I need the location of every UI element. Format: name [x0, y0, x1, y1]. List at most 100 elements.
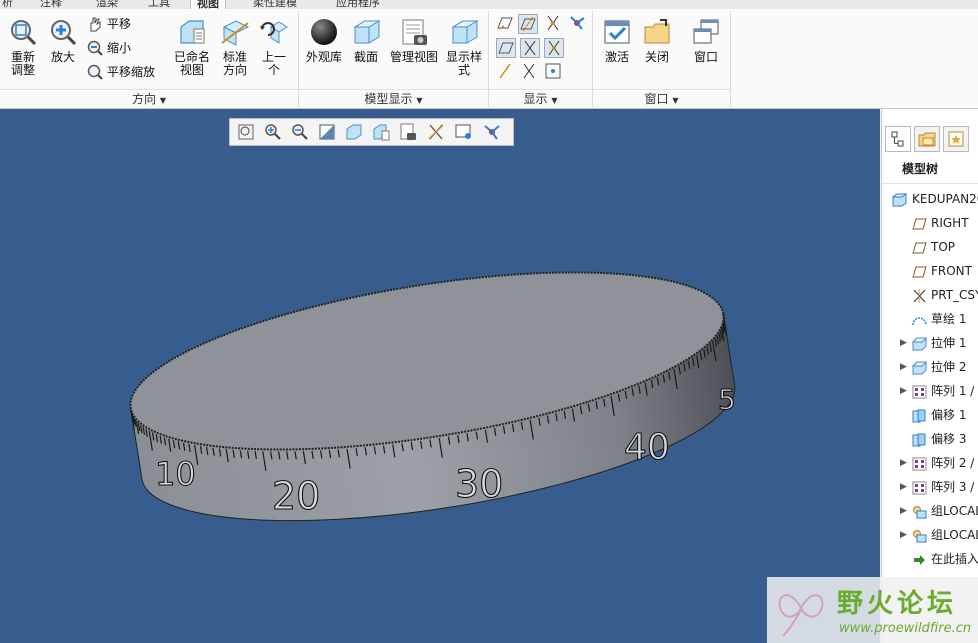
- model-tree-item-label: 组LOCAL: [931, 504, 978, 518]
- expand-arrow-icon[interactable]: ▶: [900, 332, 907, 354]
- appearance-gallery-label: 外观库: [305, 50, 342, 64]
- tab-tools[interactable]: 工具: [148, 0, 170, 9]
- model-tree-item-label: 偏移 3: [931, 432, 967, 446]
- csys-display-icon[interactable]: [568, 14, 586, 32]
- model-tree-item[interactable]: ▶ 阵列 3 /: [882, 476, 978, 498]
- zoom-out-icon[interactable]: [86, 39, 104, 57]
- previous-view-label: 上一 个: [261, 50, 286, 77]
- panel-divider: [882, 183, 978, 184]
- model-tree-item-label: 拉伸 2: [931, 360, 967, 374]
- model-tree-item[interactable]: PRT_CSYS: [882, 284, 978, 306]
- expand-arrow-icon[interactable]: ▶: [900, 380, 907, 402]
- display-style-icon: [451, 20, 479, 44]
- axis-tag-display-icon[interactable]: [520, 38, 540, 58]
- model-tree-item-label: PRT_CSYS: [931, 288, 978, 302]
- zoom-in-button[interactable]: 放大: [46, 17, 80, 64]
- manage-views-button[interactable]: 管理视图: [388, 17, 440, 64]
- csys-icon: [912, 288, 927, 303]
- point-tag-display-icon[interactable]: [544, 38, 564, 58]
- pattern-icon: [912, 456, 927, 471]
- expand-arrow-icon[interactable]: ▶: [900, 476, 907, 498]
- model-tree-item-label: TOP: [931, 240, 956, 254]
- model-tree-item[interactable]: 偏移 3: [882, 428, 978, 450]
- model-tree-item[interactable]: ▶ 组LOCAL: [882, 500, 978, 522]
- extrude-icon: [911, 360, 928, 375]
- appearance-gallery-button[interactable]: 外观库: [304, 17, 344, 64]
- close-window-label: 关闭: [644, 50, 669, 64]
- model-tree-item[interactable]: FRONT: [882, 260, 978, 282]
- group-label-orientation[interactable]: 方向 ▼: [0, 89, 298, 109]
- offset-icon: [912, 408, 927, 423]
- model-tree-item-label: RIGHT: [931, 216, 969, 230]
- axis-display-icon[interactable]: [518, 14, 538, 34]
- pattern-icon: [912, 480, 927, 495]
- display-style-button[interactable]: 显示样 式: [444, 17, 484, 77]
- plane-display-icon[interactable]: [496, 14, 514, 32]
- standard-orientation-button[interactable]: 标准 方向: [217, 17, 253, 77]
- close-folder-icon: [644, 19, 670, 44]
- appearance-sphere-icon: [311, 19, 337, 45]
- zoom-out-label[interactable]: 缩小: [107, 40, 131, 56]
- saved-views-button[interactable]: 已命名 视图: [172, 17, 212, 77]
- refit-button[interactable]: 重新 调整: [6, 17, 40, 77]
- model-tree-item[interactable]: 草绘 1: [882, 308, 978, 330]
- watermark-url: www.proewildfire.cn: [839, 621, 972, 636]
- tab-render[interactable]: 渲染: [96, 0, 118, 9]
- windows-label: 窗口: [693, 50, 718, 64]
- model-tree-item[interactable]: ▶ 组LOCAL: [882, 524, 978, 546]
- group-label-show[interactable]: 显示 ▼: [489, 89, 592, 109]
- plane-tag-display-icon[interactable]: [496, 38, 516, 58]
- tab-annotate[interactable]: 注释: [40, 0, 62, 9]
- graphics-viewport[interactable]: 10 20 30 40 5: [0, 109, 880, 643]
- model-tree-item[interactable]: ▶ 拉伸 1: [882, 332, 978, 354]
- group-label-window[interactable]: 窗口 ▼: [593, 89, 730, 109]
- model-tree-item[interactable]: ▶ 拉伸 2: [882, 356, 978, 378]
- close-window-button[interactable]: 关闭: [640, 17, 674, 64]
- chevron-down-icon: ▼: [672, 96, 679, 105]
- expand-arrow-icon[interactable]: ▶: [900, 500, 907, 522]
- graduated-disc-model[interactable]: 10 20 30 40 5: [0, 109, 880, 643]
- previous-view-button[interactable]: 上一 个: [257, 17, 291, 77]
- tab-flexible-modeling[interactable]: 柔性建模: [253, 0, 297, 9]
- pan-label[interactable]: 平移: [107, 16, 131, 32]
- folder-icon: [918, 132, 936, 147]
- expand-arrow-icon[interactable]: ▶: [900, 524, 907, 546]
- point-tag-icon[interactable]: [520, 62, 538, 80]
- point-display-icon[interactable]: [544, 14, 562, 32]
- model-tree-item[interactable]: RIGHT: [882, 212, 978, 234]
- rotation-center-icon[interactable]: [496, 62, 514, 80]
- activate-button[interactable]: 激活: [600, 17, 634, 64]
- model-tree-title: 模型树: [902, 162, 939, 176]
- model-tree-item-label: KEDUPAN20: [912, 192, 978, 206]
- standard-orientation-icon: [221, 20, 250, 46]
- scale-label-40: 40: [624, 427, 670, 468]
- model-tree-item[interactable]: ▶ 阵列 2 /: [882, 452, 978, 474]
- model-tree-item-label: 偏移 1: [931, 408, 967, 422]
- model-tree-item[interactable]: KEDUPAN20: [882, 188, 978, 210]
- group-label-model-display[interactable]: 模型显示 ▼: [299, 89, 488, 109]
- expand-arrow-icon[interactable]: ▶: [900, 452, 907, 474]
- refit-icon: [11, 20, 37, 46]
- pan-zoom-label[interactable]: 平移缩放: [107, 64, 155, 80]
- expand-arrow-icon[interactable]: ▶: [900, 356, 907, 378]
- model-tree-item[interactable]: 在此插入: [882, 548, 978, 570]
- windows-icon: [693, 19, 719, 44]
- folder-browser-tab[interactable]: [914, 126, 940, 152]
- section-button[interactable]: 截面: [349, 17, 383, 64]
- scale-label-10: 10: [155, 455, 196, 493]
- model-tree-item[interactable]: 偏移 1: [882, 404, 978, 426]
- pan-zoom-icon[interactable]: [86, 63, 104, 81]
- model-tree-item-label: 阵列 2 /: [931, 456, 975, 470]
- tab-applications[interactable]: 应用程序: [336, 0, 380, 9]
- windows-button[interactable]: 窗口: [689, 17, 723, 64]
- tab-analysis[interactable]: 析: [2, 0, 13, 9]
- model-tree-item[interactable]: TOP: [882, 236, 978, 258]
- model-tree-item[interactable]: ▶ 阵列 1 /: [882, 380, 978, 402]
- model-tree-tab[interactable]: [885, 126, 911, 152]
- favorites-tab[interactable]: [943, 126, 969, 152]
- group-icon: [912, 528, 927, 543]
- datum-plane-icon: [912, 264, 927, 278]
- csys-tag-icon[interactable]: [544, 62, 562, 80]
- pan-icon[interactable]: [86, 15, 104, 33]
- model-tree-item-label: 草绘 1: [931, 312, 967, 326]
